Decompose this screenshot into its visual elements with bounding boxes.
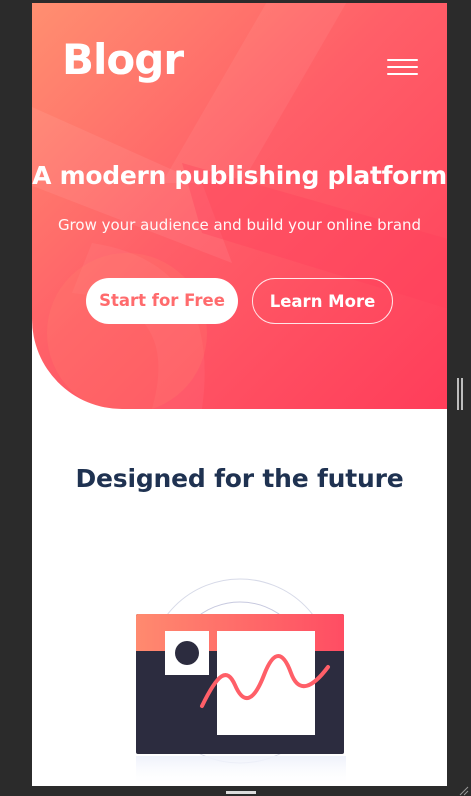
hero-subtitle: Grow your audience and build your online… — [57, 216, 422, 234]
hamburger-icon — [387, 66, 418, 68]
hamburger-icon — [387, 73, 418, 75]
hamburger-icon — [387, 59, 418, 61]
editor-illustration — [136, 578, 346, 786]
resize-corner-icon[interactable] — [458, 786, 470, 796]
browser-viewport: Blogr A modern publishing platform Grow … — [32, 3, 447, 786]
section-title: Designed for the future — [75, 464, 404, 493]
hero-section: Blogr A modern publishing platform Grow … — [32, 3, 447, 409]
learn-more-button[interactable]: Learn More — [252, 278, 393, 324]
start-for-free-button[interactable]: Start for Free — [86, 278, 238, 324]
logo[interactable]: Blogr — [62, 39, 184, 81]
hero-title: A modern publishing platform — [32, 161, 447, 190]
grip-line — [457, 378, 459, 410]
scrollbar-grip[interactable] — [457, 378, 463, 410]
hamburger-menu-button[interactable] — [387, 59, 418, 79]
resize-handle[interactable] — [226, 791, 256, 794]
grip-line — [461, 378, 463, 410]
